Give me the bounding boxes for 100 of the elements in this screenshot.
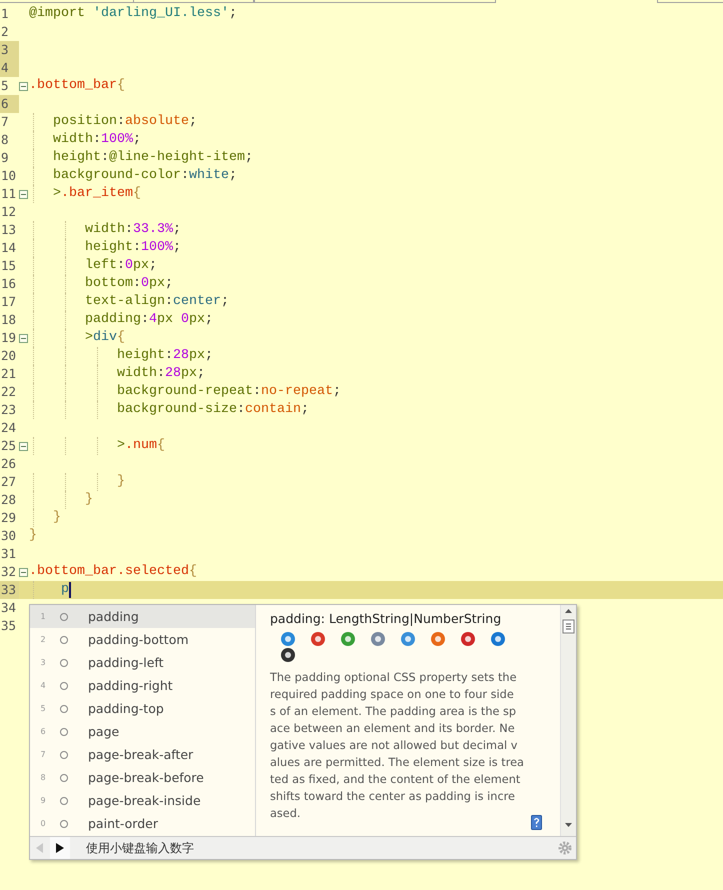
doc-text: alues are permitted. The element size is trea [270,755,525,771]
line-number: 22 [0,383,18,401]
browser-icon [310,631,326,647]
line-number: 15 [0,257,18,275]
property-icon [60,796,68,804]
line-number: 33 [0,581,19,599]
code-text: bottom:0px; [84,275,173,293]
code-text: } [116,473,125,491]
code-text: width:28px; [116,365,205,383]
item-index: 4 [39,681,47,690]
suggestion-item[interactable]: 1 padding [30,605,255,628]
line-number: 8 [0,131,10,149]
next-page-button[interactable] [50,837,70,859]
suggestion-item[interactable]: 9 page-break-inside [30,789,255,812]
line-number: 14 [0,239,18,257]
suggestion-label: page-break-inside [88,793,201,808]
code-text: text-align:center; [84,293,229,311]
suggestion-item[interactable]: 8 page-break-before [30,766,255,789]
doc-text: ace between an element and its border. Ne [270,721,516,737]
doc-text: gative values are not allowed but decimal v [270,738,518,754]
property-icon [60,612,68,620]
code-text: background-color:white; [52,167,237,185]
suggestion-item[interactable]: 6 page [30,720,255,743]
property-icon [60,658,68,666]
left-arrow-icon [36,843,44,853]
property-icon [60,750,68,758]
line-number: 31 [0,545,18,563]
suggestion-item[interactable]: 4 padding-right [30,674,255,697]
right-arrow-icon [56,843,64,853]
fold-toggle[interactable] [19,334,28,342]
suggestion-item[interactable]: 3 padding-left [30,651,255,674]
line-number: 27 [0,473,18,491]
line-number: 6 [0,95,19,113]
suggestion-label: padding-right [88,678,173,693]
browser-icon [460,631,476,647]
suggestion-label: paint-order [88,816,158,831]
line-number: 29 [0,509,18,527]
line-number: 23 [0,401,18,419]
fold-toggle[interactable] [19,82,28,90]
line-number: 30 [0,527,18,545]
code-text: >.bar_item{ [52,185,141,203]
doc-text: ased. [270,806,302,822]
line-number: 35 [0,617,18,635]
item-index: 9 [39,796,47,805]
doc-text: shifts toward the center as padding is incre [270,789,516,805]
suggestion-label: page [88,724,120,739]
suggestion-label: page-break-after [88,747,194,762]
item-index: 5 [39,704,47,713]
item-index: 1 [39,612,47,621]
line-number: 19 [0,329,18,347]
code-text: >div{ [84,329,125,347]
code-text: } [84,491,93,509]
line-number: 1 [0,5,10,23]
browser-icon [400,631,416,647]
text-caret [69,582,71,598]
line-number: 34 [0,599,18,617]
fold-toggle[interactable] [19,568,28,576]
code-text: .bottom_bar.selected{ [29,563,197,581]
suggestion-label: padding [88,609,139,624]
code-text: padding:4px 0px; [84,311,213,329]
line-number: 25 [0,437,18,455]
doc-text: The padding optional CSS property sets the [270,670,518,686]
item-index: 2 [39,635,47,644]
browser-icon [280,647,296,663]
line-number: 5 [0,77,10,95]
property-icon [60,728,68,736]
suggestion-label: padding-left [88,655,164,670]
line-number: 28 [0,491,18,509]
code-text: p [60,581,69,599]
browser-icon [490,631,506,647]
line-number: 26 [0,455,18,473]
fold-toggle[interactable] [19,442,28,450]
help-icon[interactable] [531,815,542,830]
suggestion-item[interactable]: 0 paint-order [30,812,255,835]
scrollbar[interactable] [560,605,576,836]
fold-toggle[interactable] [19,190,28,198]
code-text: background-size:contain; [116,401,309,419]
line-number: 17 [0,293,18,311]
suggestion-item[interactable]: 5 padding-top [30,697,255,720]
code-text: } [29,527,37,545]
code-text: position:absolute; [52,113,197,131]
code-text: } [52,509,61,527]
suggestion-item[interactable]: 7 page-break-after [30,743,255,766]
line-number: 12 [0,203,18,221]
doc-title: padding: LengthString|NumberString [270,611,502,626]
line-number: 2 [0,23,10,41]
line-number: 3 [0,41,19,59]
suggestion-item[interactable]: 2 padding-bottom [30,628,255,651]
line-number: 11 [0,185,18,203]
line-number: 7 [0,113,10,131]
code-text: width:33.3%; [84,221,181,239]
item-index: 7 [39,750,47,759]
doc-text: required padding space on one to four side [270,687,515,703]
property-icon [60,774,68,782]
browser-icon [430,631,446,647]
code-text: >.num{ [116,437,165,455]
footer-hint: 使用小键盘输入数字 [86,840,195,856]
browser-icon [340,631,356,647]
item-index: 8 [39,773,47,782]
line-number: 32 [0,563,18,581]
